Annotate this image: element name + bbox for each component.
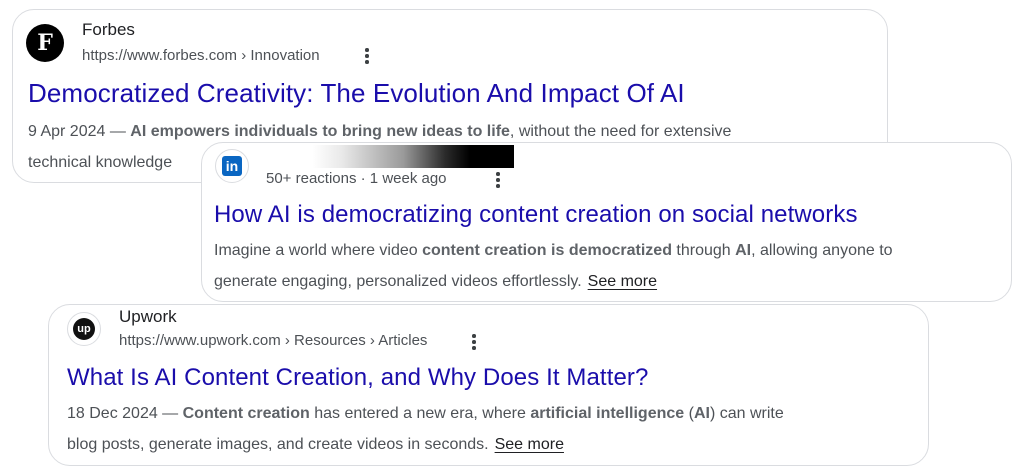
upwork-logo-icon[interactable]: up [67, 312, 101, 346]
see-more-link[interactable]: See more [495, 436, 564, 453]
result-title[interactable]: Democratized Creativity: The Evolution A… [28, 78, 685, 109]
site-name: Forbes [82, 20, 135, 39]
site-url[interactable]: https://www.upwork.com › Resources › Art… [119, 332, 427, 349]
result-snippet: Imagine a world where video content crea… [214, 242, 893, 290]
site-name: Upwork [119, 307, 177, 326]
more-vert-icon[interactable] [471, 334, 477, 352]
search-result-upwork: up Upwork https://www.upwork.com › Resou… [48, 304, 929, 466]
site-url[interactable]: https://www.forbes.com › Innovation [82, 47, 320, 64]
search-result-linkedin: in 50+ reactions · 1 week ago How AI is … [201, 142, 1012, 302]
result-meta: 50+ reactions · 1 week ago [266, 170, 447, 187]
forbes-logo-icon[interactable]: F [26, 24, 64, 62]
redacted-author [268, 145, 514, 168]
see-more-link[interactable]: See more [588, 273, 657, 290]
result-title[interactable]: How AI is democratizing content creation… [214, 201, 858, 229]
result-title[interactable]: What Is AI Content Creation, and Why Doe… [67, 364, 648, 392]
more-vert-icon[interactable] [495, 172, 501, 190]
more-vert-icon[interactable] [364, 48, 370, 66]
linkedin-logo-icon[interactable]: in [215, 149, 249, 183]
result-snippet: 18 Dec 2024 — Content creation has enter… [67, 405, 784, 453]
